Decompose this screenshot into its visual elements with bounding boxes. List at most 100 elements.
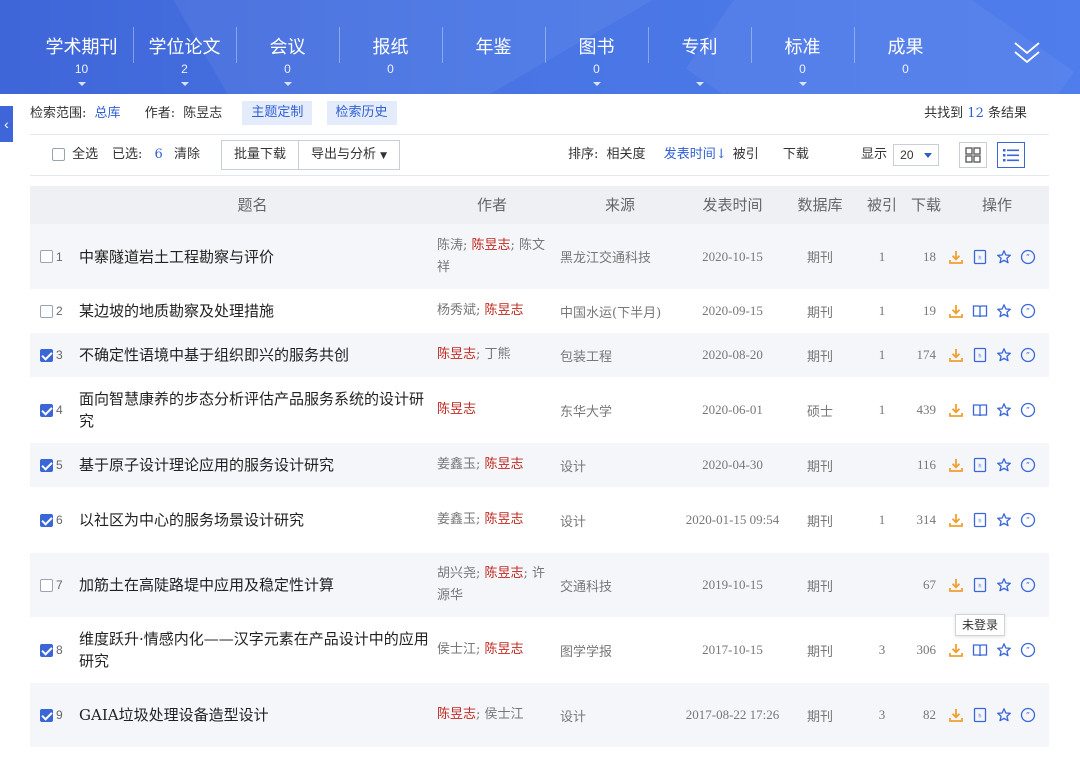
download-icon[interactable] bbox=[948, 577, 964, 593]
favorite-star-icon[interactable] bbox=[996, 303, 1012, 319]
tab-dropdown-icon[interactable] bbox=[77, 82, 86, 86]
tab-dropdown-icon[interactable] bbox=[695, 82, 704, 86]
download-icon[interactable] bbox=[948, 402, 964, 418]
quote-cite-icon[interactable]: ” bbox=[1020, 707, 1036, 723]
highlighted-author[interactable]: 陈昱志 bbox=[485, 512, 524, 527]
highlighted-author[interactable]: 陈昱志 bbox=[485, 457, 524, 472]
result-title-link[interactable]: 某边坡的地质勘察及处理措施 bbox=[79, 289, 429, 333]
favorite-star-icon[interactable] bbox=[996, 249, 1012, 265]
source-link[interactable]: 图学学报 bbox=[560, 617, 690, 683]
select-all-checkbox[interactable] bbox=[52, 148, 65, 161]
download-icon[interactable] bbox=[948, 642, 964, 658]
source-link[interactable]: 中国水运(下半月) bbox=[560, 289, 690, 333]
author-name[interactable]: ; 侯士江 bbox=[476, 707, 524, 722]
tab-8[interactable]: 成果 0 bbox=[854, 0, 957, 94]
sort-relevance[interactable]: 相关度 bbox=[607, 147, 646, 162]
list-view-button[interactable] bbox=[997, 142, 1025, 168]
source-link[interactable]: 东华大学 bbox=[560, 377, 690, 443]
result-title-link[interactable]: 基于原子设计理论应用的服务设计研究 bbox=[79, 443, 429, 487]
author-name[interactable]: 陈涛; bbox=[437, 238, 472, 253]
source-link[interactable]: 设计 bbox=[560, 443, 690, 487]
quote-cite-icon[interactable]: ” bbox=[1020, 512, 1036, 528]
source-link[interactable]: 黑龙江交通科技 bbox=[560, 224, 690, 289]
download-icon[interactable] bbox=[948, 303, 964, 319]
html-read-icon[interactable]: h bbox=[972, 577, 988, 593]
tab-7[interactable]: 标准 0 bbox=[751, 0, 854, 94]
expand-chevron-icon[interactable] bbox=[1012, 40, 1042, 66]
highlighted-author[interactable]: 陈昱志 bbox=[472, 238, 511, 253]
download-icon[interactable] bbox=[948, 707, 964, 723]
sort-by-cite[interactable]: 被引 bbox=[733, 147, 759, 162]
quote-cite-icon[interactable]: ” bbox=[1020, 303, 1036, 319]
quote-cite-icon[interactable]: ” bbox=[1020, 642, 1036, 658]
grid-view-button[interactable] bbox=[959, 142, 987, 168]
highlighted-author[interactable]: 陈昱志 bbox=[485, 642, 524, 657]
author-name[interactable]: ; 丁熊 bbox=[476, 347, 511, 362]
tab-2[interactable]: 会议 0 bbox=[236, 0, 339, 94]
download-icon[interactable] bbox=[948, 512, 964, 528]
row-checkbox[interactable] bbox=[40, 578, 53, 592]
tab-dropdown-icon[interactable] bbox=[180, 82, 189, 86]
select-all[interactable]: 全选 bbox=[52, 135, 98, 175]
quote-cite-icon[interactable]: ” bbox=[1020, 347, 1036, 363]
highlighted-author[interactable]: 陈昱志 bbox=[485, 303, 524, 318]
result-title-link[interactable]: 面向智慧康养的步态分析评估产品服务系统的设计研究 bbox=[79, 377, 429, 443]
html-read-icon[interactable]: h bbox=[972, 249, 988, 265]
row-checkbox[interactable] bbox=[40, 458, 53, 472]
html-read-icon[interactable]: h bbox=[972, 512, 988, 528]
collapse-sidebar-button[interactable]: ‹ bbox=[0, 106, 13, 142]
download-icon[interactable] bbox=[948, 249, 964, 265]
result-title-link[interactable]: 不确定性语境中基于组织即兴的服务共创 bbox=[79, 333, 429, 377]
favorite-star-icon[interactable] bbox=[996, 577, 1012, 593]
highlighted-author[interactable]: 陈昱志 bbox=[437, 402, 476, 417]
tab-dropdown-icon[interactable] bbox=[283, 82, 292, 86]
sort-by-date[interactable]: 发表时间↓ bbox=[664, 147, 727, 162]
author-name[interactable]: 杨秀斌; bbox=[437, 303, 485, 318]
author-name[interactable]: 姜鑫玉; bbox=[437, 512, 485, 527]
favorite-star-icon[interactable] bbox=[996, 707, 1012, 723]
download-icon[interactable] bbox=[948, 457, 964, 473]
batch-download-button[interactable]: 批量下载 bbox=[221, 140, 300, 170]
tab-dropdown-icon[interactable] bbox=[798, 82, 807, 86]
result-title-link[interactable]: 维度跃升·情感内化——汉字元素在产品设计中的应用研究 bbox=[79, 617, 429, 683]
html-read-icon[interactable]: h bbox=[972, 707, 988, 723]
read-online-book-icon[interactable] bbox=[972, 303, 988, 319]
tab-5[interactable]: 图书 0 bbox=[545, 0, 648, 94]
tab-dropdown-icon[interactable] bbox=[592, 82, 601, 86]
sort-by-download[interactable]: 下载 bbox=[783, 147, 809, 162]
favorite-star-icon[interactable] bbox=[996, 347, 1012, 363]
download-icon[interactable] bbox=[948, 347, 964, 363]
author-name[interactable]: 姜鑫玉; bbox=[437, 457, 485, 472]
highlighted-author[interactable]: 陈昱志 bbox=[437, 347, 476, 362]
row-checkbox[interactable] bbox=[40, 513, 53, 527]
favorite-star-icon[interactable] bbox=[996, 642, 1012, 658]
html-read-icon[interactable]: h bbox=[972, 457, 988, 473]
result-title-link[interactable]: GAIA垃圾处理设备造型设计 bbox=[79, 683, 429, 747]
export-analysis-button[interactable]: 导出与分析 ▼ bbox=[298, 140, 401, 170]
author-name[interactable]: 胡兴尧; bbox=[437, 566, 485, 581]
source-link[interactable]: 交通科技 bbox=[560, 553, 690, 617]
favorite-star-icon[interactable] bbox=[996, 512, 1012, 528]
source-link[interactable]: 设计 bbox=[560, 683, 690, 747]
html-read-icon[interactable]: h bbox=[972, 347, 988, 363]
highlighted-author[interactable]: 陈昱志 bbox=[485, 566, 524, 581]
result-title-link[interactable]: 以社区为中心的服务场景设计研究 bbox=[79, 487, 429, 553]
page-size-select[interactable]: 20 bbox=[893, 143, 940, 166]
quote-cite-icon[interactable]: ” bbox=[1020, 457, 1036, 473]
favorite-star-icon[interactable] bbox=[996, 457, 1012, 473]
favorite-star-icon[interactable] bbox=[996, 402, 1012, 418]
result-title-link[interactable]: 加筋土在高陡路堤中应用及稳定性计算 bbox=[79, 553, 429, 617]
quote-cite-icon[interactable]: ” bbox=[1020, 402, 1036, 418]
tab-0[interactable]: 学术期刊 10 bbox=[30, 0, 133, 94]
read-online-book-icon[interactable] bbox=[972, 402, 988, 418]
author-name[interactable]: 侯士江; bbox=[437, 642, 485, 657]
tab-4[interactable]: 年鉴 bbox=[442, 0, 545, 94]
tab-6[interactable]: 专利 bbox=[648, 0, 751, 94]
clear-selection-button[interactable]: 清除 bbox=[174, 135, 200, 175]
tab-1[interactable]: 学位论文 2 bbox=[133, 0, 236, 94]
read-online-book-icon[interactable] bbox=[972, 642, 988, 658]
source-link[interactable]: 设计 bbox=[560, 487, 690, 553]
row-checkbox[interactable] bbox=[40, 643, 53, 657]
row-checkbox[interactable] bbox=[40, 250, 53, 263]
theme-custom-button[interactable]: 主题定制 bbox=[242, 101, 313, 125]
